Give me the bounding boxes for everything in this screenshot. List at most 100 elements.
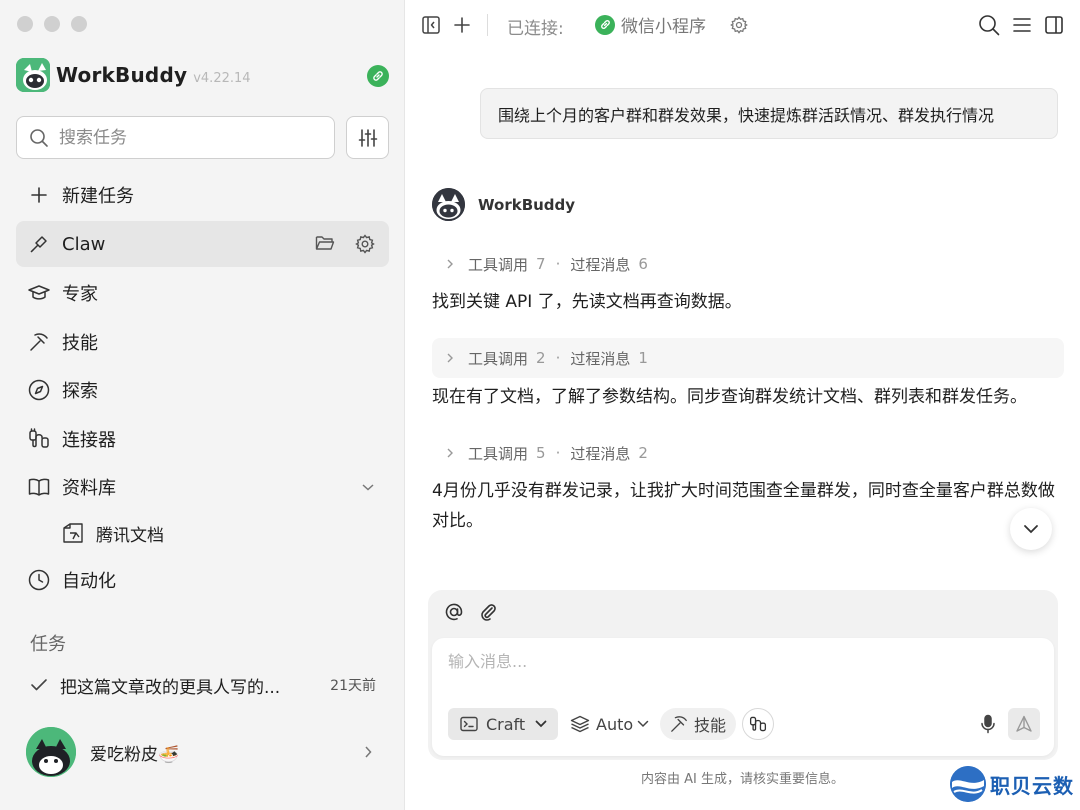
separator-dot: ·: [555, 444, 561, 462]
connector-settings-gear-icon[interactable]: [727, 13, 751, 37]
zoom-window-button[interactable]: [71, 16, 87, 32]
clock-icon: [28, 569, 50, 591]
filter-button[interactable]: [346, 116, 389, 159]
sidebar-item-label: Claw: [62, 233, 106, 255]
tool-call-label: 工具调用: [468, 349, 529, 368]
bot-message: 现在有了文档，了解了参数结构。同步查询群发统计文档、群列表和群发任务。: [432, 387, 1027, 407]
search-icon[interactable]: [977, 13, 1001, 37]
brand: WorkBuddy v4.22.14: [16, 58, 251, 92]
chevron-down-icon: [535, 720, 547, 728]
layers-icon: [570, 715, 590, 733]
close-window-button[interactable]: [17, 16, 33, 32]
scroll-to-bottom-button[interactable]: [1010, 508, 1052, 550]
user-profile[interactable]: 爱吃粉皮🍜: [26, 727, 381, 777]
composer-tools: [444, 602, 498, 622]
window-controls: [17, 16, 87, 32]
composer: Craft Auto 技能: [428, 590, 1058, 760]
claw-actions: [315, 234, 375, 254]
tool-call-count: 2: [536, 349, 546, 367]
sidebar-item-label: 探索: [62, 381, 98, 402]
terminal-icon: [460, 716, 478, 732]
process-msg-count: 1: [638, 349, 648, 367]
send-button[interactable]: [1008, 708, 1040, 740]
bot-header: WorkBuddy: [432, 188, 575, 221]
new-chat-icon[interactable]: [450, 13, 474, 37]
sidebar-item-label: 新建任务: [62, 186, 134, 207]
link-icon: [595, 14, 615, 35]
separator-dot: ·: [555, 349, 561, 367]
bot-message: 4月份几乎没有群发记录，让我扩大时间范围查全量群发，同时查全量客户群总数做对比。: [432, 481, 1055, 531]
chevron-right-icon: [363, 745, 373, 759]
sidebar-item-label: 连接器: [62, 430, 116, 451]
sidebar-item-label: 专家: [62, 284, 98, 305]
mini-program-link-icon[interactable]: [367, 65, 389, 87]
task-item[interactable]: 把这篇文章改的更具人写的... 21天前: [30, 670, 376, 700]
brand-name: WorkBuddy: [56, 63, 188, 87]
sidebar-item-library[interactable]: 资料库: [16, 464, 389, 510]
search-input[interactable]: [59, 127, 309, 148]
user-name: 爱吃粉皮🍜: [90, 744, 180, 765]
microphone-button[interactable]: [974, 710, 1002, 738]
brand-version: v4.22.14: [193, 70, 251, 86]
tool-call-count: 5: [536, 444, 546, 462]
tool-call-label: 工具调用: [468, 255, 529, 274]
sidebar-item-explore[interactable]: 探索: [16, 367, 389, 413]
chevron-right-icon: [446, 352, 454, 364]
process-msg-label: 过程消息: [570, 349, 631, 368]
tool-call-count: 7: [536, 255, 546, 273]
sliders-icon: [358, 128, 378, 148]
at-mention-icon[interactable]: [444, 602, 464, 622]
sidebar: WorkBuddy v4.22.14 新建任务 Claw: [0, 0, 405, 810]
gear-icon[interactable]: [355, 234, 375, 254]
chevron-right-icon: [446, 447, 454, 459]
claw-icon: [28, 233, 50, 255]
mode-select-button[interactable]: Craft: [448, 708, 558, 740]
folder-icon[interactable]: [315, 234, 335, 254]
message-input[interactable]: [448, 652, 1028, 671]
main-panel: 已连接: 微信小程序 围绕上个月的客户群和群发效果，快速提炼群活跃情况、群发执行…: [405, 0, 1080, 810]
sidebar-item-experts[interactable]: 专家: [16, 270, 389, 316]
model-select-button[interactable]: Auto: [570, 708, 649, 740]
mode-label: Craft: [486, 714, 526, 734]
chevron-down-icon[interactable]: [361, 482, 375, 492]
tool-call-summary[interactable]: 工具调用 5 · 过程消息 2: [432, 433, 1064, 473]
book-icon: [28, 476, 50, 498]
connector-button[interactable]: [742, 708, 774, 740]
sidebar-item-connectors[interactable]: 连接器: [16, 416, 389, 462]
connected-app-name: 微信小程序: [621, 17, 706, 37]
chevron-down-icon: [1023, 524, 1039, 534]
sidebar-subitem-label: 腾讯文档: [96, 525, 164, 546]
sidebar-item-label: 资料库: [62, 478, 116, 499]
paperclip-icon[interactable]: [478, 602, 498, 622]
microphone-icon: [980, 714, 996, 734]
sidebar-item-skills[interactable]: 技能: [16, 319, 389, 365]
user-message: 围绕上个月的客户群和群发效果，快速提炼群活跃情况、群发执行情况: [480, 88, 1058, 139]
connected-app[interactable]: 微信小程序: [595, 12, 706, 37]
tencent-docs-icon: [62, 522, 84, 544]
process-msg-count: 2: [638, 444, 648, 462]
sidebar-item-new-task[interactable]: 新建任务: [16, 172, 389, 218]
connected-label: 已连接:: [507, 19, 564, 39]
minimize-window-button[interactable]: [44, 16, 60, 32]
pickaxe-icon: [28, 331, 50, 353]
task-time: 21天前: [330, 678, 376, 694]
process-msg-label: 过程消息: [570, 255, 631, 274]
menu-icon[interactable]: [1010, 13, 1034, 37]
split-panel-icon[interactable]: [1042, 13, 1066, 37]
task-title: 把这篇文章改的更具人写的...: [60, 677, 281, 698]
sidebar-item-automation[interactable]: 自动化: [16, 557, 389, 603]
separator-dot: ·: [555, 255, 561, 273]
tool-call-summary[interactable]: 工具调用 7 · 过程消息 6: [432, 244, 1064, 284]
compass-icon: [28, 379, 50, 401]
avatar: [26, 727, 76, 777]
composer-box: Craft Auto 技能: [432, 638, 1054, 756]
sidebar-item-label: 技能: [62, 333, 98, 354]
send-icon: [1015, 715, 1033, 733]
skills-button[interactable]: 技能: [660, 708, 736, 740]
collapse-sidebar-icon[interactable]: [419, 13, 443, 37]
sidebar-subitem-tencent-docs[interactable]: 腾讯文档: [62, 516, 164, 550]
skills-label: 技能: [694, 716, 727, 735]
sidebar-item-claw[interactable]: Claw: [16, 221, 389, 267]
tool-call-summary[interactable]: 工具调用 2 · 过程消息 1: [432, 338, 1064, 378]
task-search[interactable]: [16, 116, 335, 159]
